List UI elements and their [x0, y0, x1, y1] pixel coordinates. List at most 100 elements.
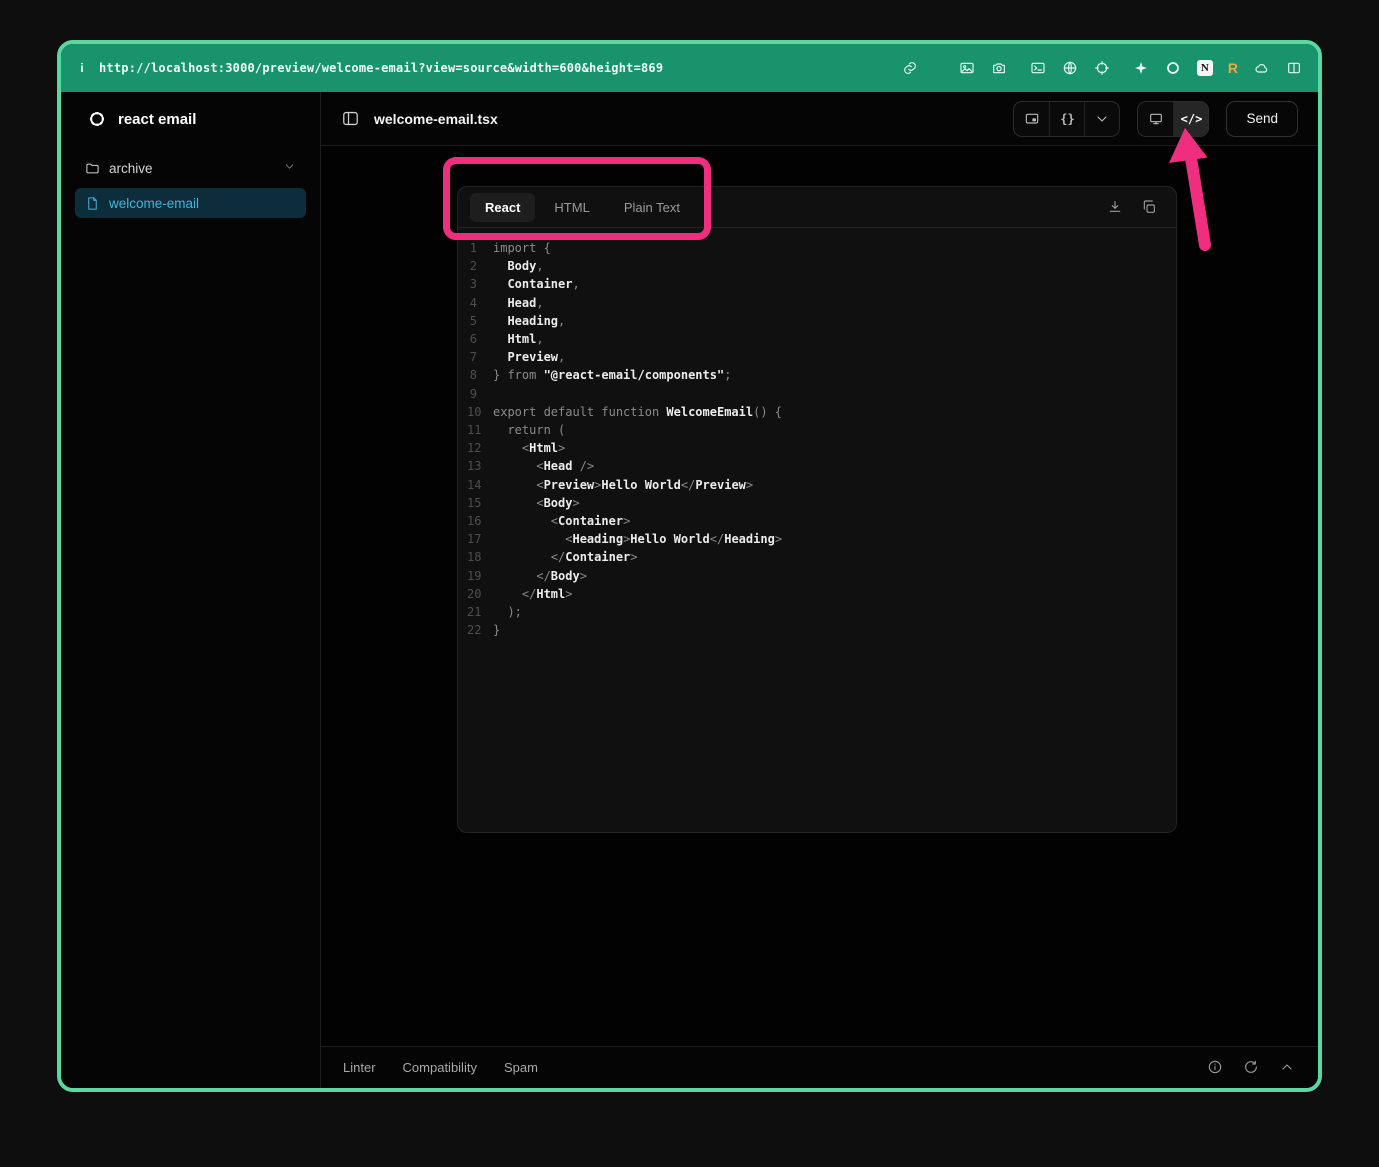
source-code-panel: ReactHTMLPlain Text 1import {2 Body,3 — [457, 186, 1177, 833]
line-number: 15 — [467, 494, 493, 512]
star-extension-icon[interactable] — [1133, 60, 1150, 77]
notion-extension-icon[interactable]: N — [1197, 60, 1213, 76]
code-line: 12 <Html> — [467, 439, 1176, 457]
chevron-up-icon[interactable] — [1279, 1059, 1296, 1076]
brand-label: react email — [118, 111, 196, 128]
code-line: 6 Html, — [467, 330, 1176, 348]
line-number: 21 — [467, 603, 493, 621]
code-line: 9 — [467, 385, 1176, 403]
download-icon[interactable] — [1107, 199, 1124, 216]
tab-react[interactable]: React — [470, 193, 535, 222]
camera-icon[interactable] — [991, 60, 1008, 77]
main-area: welcome-email.tsx {} — [321, 92, 1318, 1088]
footer-tab-spam[interactable]: Spam — [504, 1060, 538, 1075]
copy-icon[interactable] — [1141, 199, 1158, 216]
line-number: 19 — [467, 567, 493, 585]
line-number: 11 — [467, 421, 493, 439]
viewport-control-group: {} — [1013, 101, 1120, 137]
line-number: 8 — [467, 366, 493, 384]
line-number: 4 — [467, 294, 493, 312]
line-number: 3 — [467, 275, 493, 293]
image-icon[interactable] — [959, 60, 976, 77]
main-header: welcome-email.tsx {} — [321, 92, 1318, 146]
line-number: 2 — [467, 257, 493, 275]
code-line: 14 <Preview>Hello World</Preview> — [467, 476, 1176, 494]
sidebar-item-label: welcome-email — [109, 196, 199, 211]
crosshair-icon[interactable] — [1094, 60, 1111, 77]
devtools-icon-cluster — [1030, 60, 1111, 77]
code-line: 17 <Heading>Hello World</Heading> — [467, 530, 1176, 548]
terminal-icon[interactable] — [1030, 60, 1047, 77]
browser-toolbar-icons: N R — [902, 60, 1302, 77]
code-line: 10export default function WelcomeEmail()… — [467, 403, 1176, 421]
cloud-icon[interactable] — [1253, 60, 1270, 77]
chevron-down-icon — [283, 160, 296, 176]
sidebar-toggle-icon[interactable] — [341, 109, 361, 129]
viewport-icon-button[interactable] — [1014, 102, 1049, 136]
capture-icon-cluster — [959, 60, 1008, 77]
line-number: 9 — [467, 385, 493, 403]
line-number: 5 — [467, 312, 493, 330]
ring-extension-icon[interactable] — [1165, 60, 1182, 77]
footer-tab-compatibility[interactable]: Compatibility — [403, 1060, 477, 1075]
tab-html[interactable]: HTML — [539, 193, 604, 222]
line-number: 13 — [467, 457, 493, 475]
source-panel-header: ReactHTMLPlain Text — [458, 187, 1176, 228]
code-line: 16 <Container> — [467, 512, 1176, 530]
line-number: 14 — [467, 476, 493, 494]
folder-label: archive — [109, 161, 153, 176]
tab-plain-text[interactable]: Plain Text — [609, 193, 695, 222]
brand[interactable]: react email — [61, 92, 320, 146]
sidebar-list: archive welcome-email — [61, 146, 320, 224]
page-title: welcome-email.tsx — [374, 111, 498, 127]
link-icon[interactable] — [902, 60, 919, 77]
code-line: 22} — [467, 621, 1176, 639]
sidebar-item-welcome-email[interactable]: welcome-email — [75, 188, 306, 218]
browser-toolbar: i http://localhost:3000/preview/welcome-… — [61, 44, 1318, 92]
file-icon — [85, 196, 100, 211]
line-number: 17 — [467, 530, 493, 548]
line-number: 16 — [467, 512, 493, 530]
line-number: 10 — [467, 403, 493, 421]
info-circle-icon[interactable] — [1207, 1059, 1224, 1076]
line-number: 6 — [467, 330, 493, 348]
sidebar: react email archive welcome-email — [61, 92, 321, 1088]
page-info-icon[interactable]: i — [77, 61, 87, 75]
react-email-app: react email archive welcome-email — [61, 92, 1318, 1088]
code-line: 1import { — [467, 239, 1176, 257]
preview-view-button[interactable] — [1138, 102, 1173, 136]
source-view-button[interactable]: </> — [1173, 102, 1208, 136]
header-controls: {} </> Send — [1013, 101, 1298, 137]
code-line: 13 <Head /> — [467, 457, 1176, 475]
view-mode-group: </> — [1137, 101, 1209, 137]
line-number: 20 — [467, 585, 493, 603]
extensions-icon-cluster: N R — [1133, 60, 1302, 77]
code-line: 18 </Container> — [467, 548, 1176, 566]
r-extension-icon[interactable]: R — [1228, 60, 1238, 76]
footer-icons — [1207, 1059, 1296, 1076]
code-line: 4 Head, — [467, 294, 1176, 312]
line-number: 1 — [467, 239, 493, 257]
footer-tab-linter[interactable]: Linter — [343, 1060, 376, 1075]
code-line: 5 Heading, — [467, 312, 1176, 330]
sidebar-folder-archive[interactable]: archive — [75, 152, 306, 184]
code-editor[interactable]: 1import {2 Body,3 Container,4 Head,5 Hea… — [458, 228, 1176, 832]
browser-window: i http://localhost:3000/preview/welcome-… — [57, 40, 1322, 1092]
footer-bar: Linter Compatibility Spam — [321, 1046, 1318, 1088]
code-line: 19 </Body> — [467, 567, 1176, 585]
code-braces-button[interactable]: {} — [1049, 102, 1084, 136]
code-line: 8} from "@react-email/components"; — [467, 366, 1176, 384]
send-button[interactable]: Send — [1226, 101, 1298, 137]
viewport-dropdown-button[interactable] — [1084, 102, 1119, 136]
code-actions — [1107, 199, 1164, 216]
code-tabs: ReactHTMLPlain Text — [470, 193, 695, 222]
code-line: 11 return ( — [467, 421, 1176, 439]
refresh-icon[interactable] — [1243, 1059, 1260, 1076]
content-area: ReactHTMLPlain Text 1import {2 Body,3 — [321, 146, 1318, 1046]
code-line: 21 ); — [467, 603, 1176, 621]
line-number: 7 — [467, 348, 493, 366]
globe-icon[interactable] — [1062, 60, 1079, 77]
folder-icon — [85, 161, 100, 176]
split-view-icon[interactable] — [1285, 60, 1302, 77]
url-bar[interactable]: http://localhost:3000/preview/welcome-em… — [99, 61, 663, 75]
